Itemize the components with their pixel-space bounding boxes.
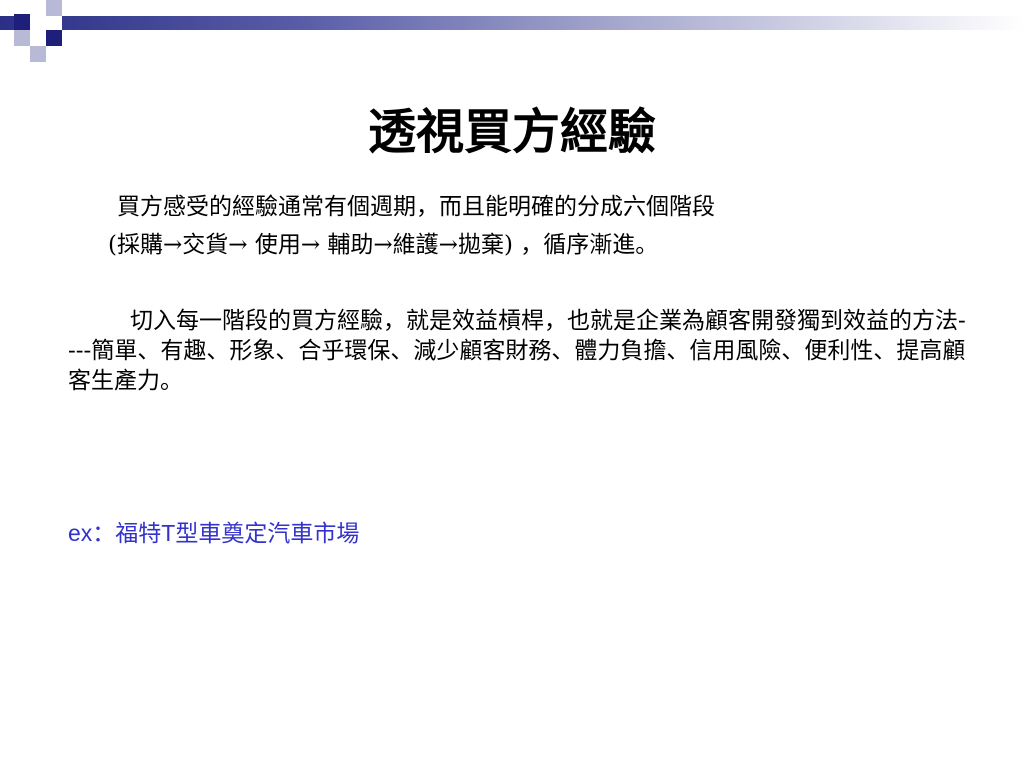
decor-square-dark (46, 30, 62, 46)
header-gradient-bar (0, 16, 1024, 30)
example-prefix: ex： (68, 520, 116, 546)
decor-square-dark (14, 14, 30, 30)
paragraph1-line1: 買方感受的經驗通常有個週期，而且能明確的分成六個階段 (117, 194, 715, 220)
example-line: ex：福特T型車奠定汽車市場 (68, 518, 359, 549)
decor-square-light (46, 0, 62, 16)
paragraph2-text: 切入每一階段的買方經驗，就是效益槓桿，也就是企業為顧客開發獨到效益的方法----… (68, 308, 966, 394)
decor-square-white (30, 0, 46, 16)
example-text-c: 型車奠定汽車市場 (175, 521, 360, 547)
paragraph2: 切入每一階段的買方經驗，就是效益槓桿，也就是企業為顧客開發獨到效益的方法----… (68, 306, 968, 396)
decor-square-light (30, 46, 46, 62)
slide-title: 透視買方經驗 (367, 104, 656, 160)
paragraph1-line2: (採購→交貨→ 使用→ 輔助→維護→拋棄) ，循序漸進。 (108, 232, 659, 258)
example-text-b: T (161, 520, 176, 546)
example-text-a: 福特 (115, 521, 162, 547)
decor-square-white (30, 16, 46, 32)
decor-square-light (14, 30, 30, 46)
slide: 透視買方經驗 買方感受的經驗通常有個週期，而且能明確的分成六個階段 (採購→交貨… (0, 0, 1024, 768)
